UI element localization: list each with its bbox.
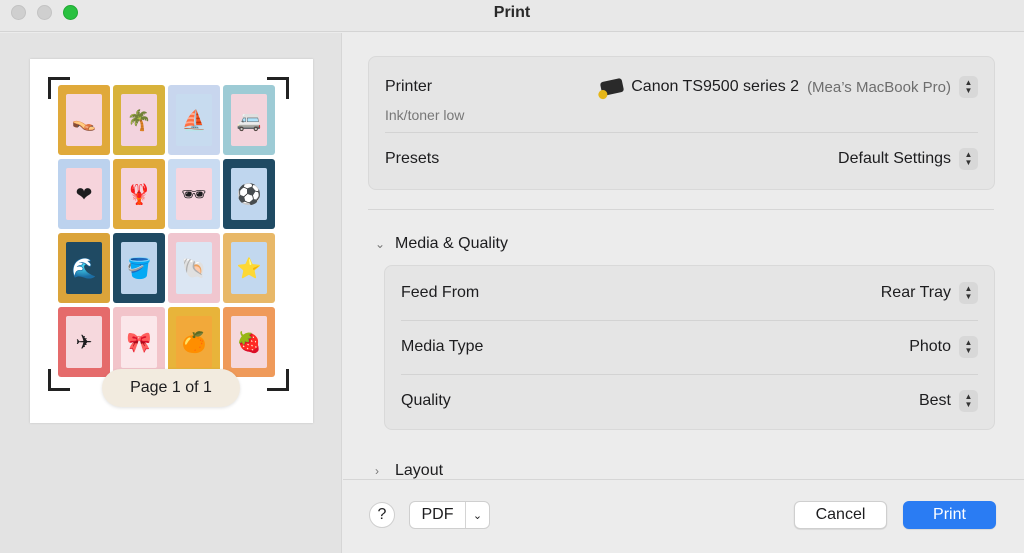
printer-name: Canon TS9500 series 2 — [631, 78, 800, 95]
print-settings-pane: Printer Canon TS9500 series 2 (Mea’s Mac… — [343, 33, 1024, 553]
media-type-value: Photo — [909, 338, 951, 355]
camper-van-icon: 🚐 — [236, 109, 262, 132]
lobster-icon: 🦞 — [126, 183, 152, 206]
stamp-lobster: 🦞 — [113, 159, 165, 229]
chevron-right-icon: › — [375, 464, 379, 478]
stamp-flip-flops: 👡 — [58, 85, 110, 155]
divider — [385, 132, 978, 133]
palm-tree-icon: 🌴 — [126, 109, 152, 132]
window-titlebar: Print — [0, 0, 1024, 32]
stamp-bow: 🎀 — [113, 307, 165, 377]
media-type-popup-stepper-icon[interactable]: ▲ ▼ — [959, 336, 978, 358]
print-button[interactable]: Print — [903, 501, 996, 529]
quality-label: Quality — [401, 392, 451, 409]
layout-title: Layout — [395, 462, 444, 479]
stamp-camper-van: 🚐 — [223, 85, 275, 155]
quality-popup-stepper-icon[interactable]: ▲ ▼ — [959, 390, 978, 412]
sand-bucket-icon: 🪣 — [126, 257, 152, 280]
stamp-sunglasses: 🕶 — [168, 159, 220, 229]
stamp-airplane: ✈ — [58, 307, 110, 377]
starfish-icon: ⭐ — [236, 257, 262, 280]
media-quality-group: Feed From Rear Tray ▲ ▼ Media Type Photo … — [384, 265, 995, 430]
cancel-button[interactable]: Cancel — [794, 501, 887, 529]
divider — [401, 374, 978, 375]
bow-icon: 🎀 — [126, 331, 152, 354]
printer-icon — [600, 77, 625, 97]
seashell-icon: 🐚 — [181, 257, 207, 280]
stamp-seashell: 🐚 — [168, 233, 220, 303]
media-quality-title: Media & Quality — [395, 235, 508, 252]
media-quality-section-header[interactable]: ⌄ Media & Quality — [375, 235, 508, 253]
stamp-strawberry: 🍓 — [223, 307, 275, 377]
chevron-down-icon[interactable]: ⌄ — [466, 502, 489, 528]
printer-settings-group: Printer Canon TS9500 series 2 (Mea’s Mac… — [368, 56, 995, 190]
quality-row[interactable]: Quality Best ▲ ▼ — [401, 386, 978, 416]
stamp-sailboat: ⛵ — [168, 85, 220, 155]
airplane-icon: ✈ — [75, 331, 93, 354]
stamp-wave: 🌊 — [58, 233, 110, 303]
orange-slice-icon: 🍊 — [181, 331, 207, 354]
stamp-beach-ball: ⚽ — [223, 159, 275, 229]
stamp-heart: ❤ — [58, 159, 110, 229]
media-type-row[interactable]: Media Type Photo ▲ ▼ — [401, 332, 978, 362]
feed-from-label: Feed From — [401, 284, 480, 301]
presets-value: Default Settings — [838, 150, 951, 167]
feed-from-value: Rear Tray — [880, 284, 951, 301]
printer-label: Printer — [385, 78, 433, 95]
chevron-down-icon: ⌄ — [375, 237, 386, 251]
printer-popup-stepper-icon[interactable]: ▲ ▼ — [959, 76, 978, 98]
beach-ball-icon: ⚽ — [236, 183, 262, 206]
feed-from-row[interactable]: Feed From Rear Tray ▲ ▼ — [401, 278, 978, 308]
sunglasses-icon: 🕶 — [181, 183, 207, 206]
printer-status: Ink/toner low — [385, 107, 465, 123]
pdf-menu-button[interactable]: PDF ⌄ — [409, 501, 490, 529]
presets-label: Presets — [385, 150, 440, 167]
layout-section-header[interactable]: › Layout — [375, 462, 443, 480]
pdf-button-label[interactable]: PDF — [410, 502, 466, 528]
window-title: Print — [493, 4, 531, 21]
presets-popup-stepper-icon[interactable]: ▲ ▼ — [959, 148, 978, 170]
feed-from-popup-stepper-icon[interactable]: ▲ ▼ — [959, 282, 978, 304]
printer-host: (Mea’s MacBook Pro) — [807, 78, 951, 96]
stamp-sand-bucket: 🪣 — [113, 233, 165, 303]
section-divider — [368, 209, 994, 210]
stamp-orange-slice: 🍊 — [168, 307, 220, 377]
help-button[interactable]: ? — [369, 502, 395, 528]
sailboat-icon: ⛵ — [181, 109, 207, 132]
stamp-starfish: ⭐ — [223, 233, 275, 303]
heart-icon: ❤ — [75, 183, 93, 206]
presets-row[interactable]: Presets Default Settings ▲ ▼ — [385, 146, 978, 172]
media-type-label: Media Type — [401, 338, 484, 355]
print-preview-pane: 👡 🌴 ⛵ 🚐 ❤ 🦞 🕶 ⚽ 🌊 🪣 🐚 ⭐ ✈ 🎀 🍊 🍓 Page 1 of 1 — [0, 33, 342, 553]
strawberry-icon: 🍓 — [236, 331, 262, 354]
wave-icon: 🌊 — [71, 257, 97, 280]
printer-row[interactable]: Printer Canon TS9500 series 2 (Mea’s Mac… — [385, 74, 978, 100]
divider — [401, 320, 978, 321]
page-indicator: Page 1 of 1 — [102, 369, 240, 407]
quality-value: Best — [918, 392, 951, 409]
stamp-palm-tree: 🌴 — [113, 85, 165, 155]
page-preview: 👡 🌴 ⛵ 🚐 ❤ 🦞 🕶 ⚽ 🌊 🪣 🐚 ⭐ ✈ 🎀 🍊 🍓 Page 1 of 1 — [30, 59, 313, 423]
flip-flops-icon: 👡 — [71, 109, 97, 132]
